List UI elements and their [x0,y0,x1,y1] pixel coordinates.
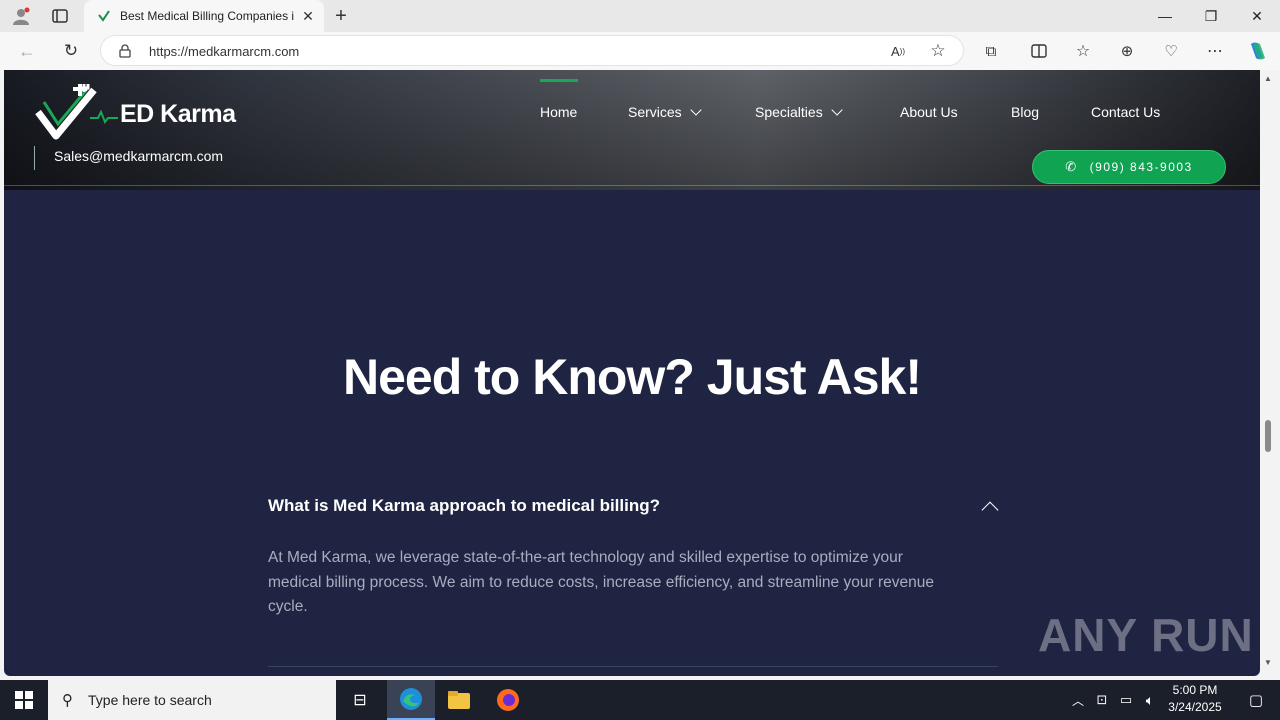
minimize-icon[interactable]: — [1142,0,1188,32]
contact-email[interactable]: Sales@medkarmarcm.com [54,148,223,164]
refresh-icon[interactable]: ↻ [60,41,82,61]
faq-question[interactable]: What is Med Karma approach to medical bi… [268,496,660,516]
task-view-icon[interactable]: ⊟ [336,680,384,720]
collections-icon[interactable]: ⊕ [1116,41,1138,61]
nav-blog[interactable]: Blog [1011,104,1039,120]
favorites-icon[interactable]: ☆ [1072,41,1094,61]
header-divider [4,185,1260,186]
chevron-up-icon[interactable] [981,501,999,519]
display-icon[interactable]: ▭ [1114,680,1138,720]
faq-divider [268,666,998,667]
restore-icon[interactable]: ❐ [1188,0,1234,32]
scroll-up-icon[interactable]: ▲ [1264,74,1272,83]
chevron-down-icon [690,103,702,116]
back-icon[interactable]: ← [16,41,38,61]
profile-icon[interactable] [10,6,32,26]
faq-answer: At Med Karma, we leverage state-of-the-a… [268,549,934,615]
volume-icon[interactable]: 🔈︎ [1138,680,1162,720]
nav-about-label: About Us [900,104,958,120]
anyrun-watermark: ANY RUN [1038,609,1254,661]
tab-title: Best Medical Billing Companies i [120,9,295,23]
email-separator [34,146,35,170]
notifications-icon[interactable]: ▢ [1232,680,1280,720]
active-nav-indicator [540,79,578,82]
file-explorer-icon[interactable] [435,680,483,720]
edge-taskbar-icon[interactable] [387,680,435,720]
read-aloud-icon[interactable]: A)) [887,42,909,60]
show-hidden-icons-icon[interactable]: ︿ [1066,680,1090,720]
site-logo[interactable]: ED Karma [34,84,236,144]
network-icon[interactable]: ⊡ [1090,680,1114,720]
phone-button[interactable]: ✆ (909) 843-9003 [1032,150,1226,184]
extensions-icon[interactable]: ⧉ [980,41,1002,61]
nav-home[interactable]: Home [540,104,577,120]
nav-contact-us[interactable]: Contact Us [1091,104,1160,120]
close-tab-icon[interactable]: ✕ [300,8,316,24]
taskbar-clock[interactable]: 5:00 PM 3/24/2025 [1160,682,1230,716]
nav-services-label: Services [628,104,682,120]
nav-specialties[interactable]: Specialties [755,103,843,120]
brand-name: ED Karma [120,99,236,128]
split-screen-icon[interactable] [1028,41,1050,61]
address-toolbar: ← ↻ https://medkarmarcm.com A)) ☆ ⧉ ☆ ⊕ … [0,32,1280,70]
search-placeholder: Type here to search [88,692,212,708]
nav-about-us[interactable]: About Us [900,104,958,120]
phone-icon: ✆ [1065,159,1078,174]
more-menu-icon[interactable]: ⋯ [1204,41,1226,61]
browser-window: Best Medical Billing Companies i ✕ + — ❐… [0,0,1280,680]
clock-date: 3/24/2025 [1168,700,1222,714]
tab-strip: Best Medical Billing Companies i ✕ + — ❐… [0,0,1280,32]
copilot-icon[interactable] [1246,40,1270,62]
url-text: https://medkarmarcm.com [149,44,300,59]
phone-number: (909) 843-9003 [1089,160,1193,174]
nav-specialties-label: Specialties [755,104,823,120]
nav-contact-label: Contact Us [1091,104,1161,120]
site-favicon-icon [96,8,112,24]
nav-services[interactable]: Services [628,103,702,120]
checkmark-logo-icon [35,84,118,140]
favorite-star-icon[interactable]: ☆ [927,41,949,61]
faq-heading: Need to Know? Just Ask! [343,349,922,405]
web-page: ED Karma Sales@medkarmarcm.com Home Serv… [4,70,1260,676]
lock-icon[interactable] [117,42,133,60]
scroll-down-icon[interactable]: ▼ [1264,658,1272,667]
windows-start-icon[interactable] [0,680,48,720]
nav-blog-label: Blog [1011,104,1040,120]
clock-time: 5:00 PM [1172,683,1218,697]
new-tab-icon[interactable]: + [330,5,352,27]
browser-essentials-icon[interactable]: ♡ [1160,41,1182,61]
address-bar[interactable]: https://medkarmarcm.com A)) ☆ [100,35,964,66]
firefox-icon[interactable] [484,680,532,720]
browser-tab[interactable]: Best Medical Billing Companies i ✕ [84,0,324,32]
chevron-down-icon [831,103,843,116]
scroll-thumb[interactable] [1265,420,1271,452]
close-window-icon[interactable]: ✕ [1234,0,1280,32]
page-scrollbar[interactable]: ▲ ▼ [1260,70,1276,676]
windows-taskbar: ⚲ Type here to search ⊟ ︿ ⊡ ▭ 🔈︎ 5:00 PM… [0,680,1280,720]
search-icon: ⚲ [62,692,73,709]
taskbar-search-box[interactable]: ⚲ Type here to search [48,680,336,720]
nav-home-label: Home [540,104,578,120]
tab-actions-icon[interactable] [50,7,70,25]
